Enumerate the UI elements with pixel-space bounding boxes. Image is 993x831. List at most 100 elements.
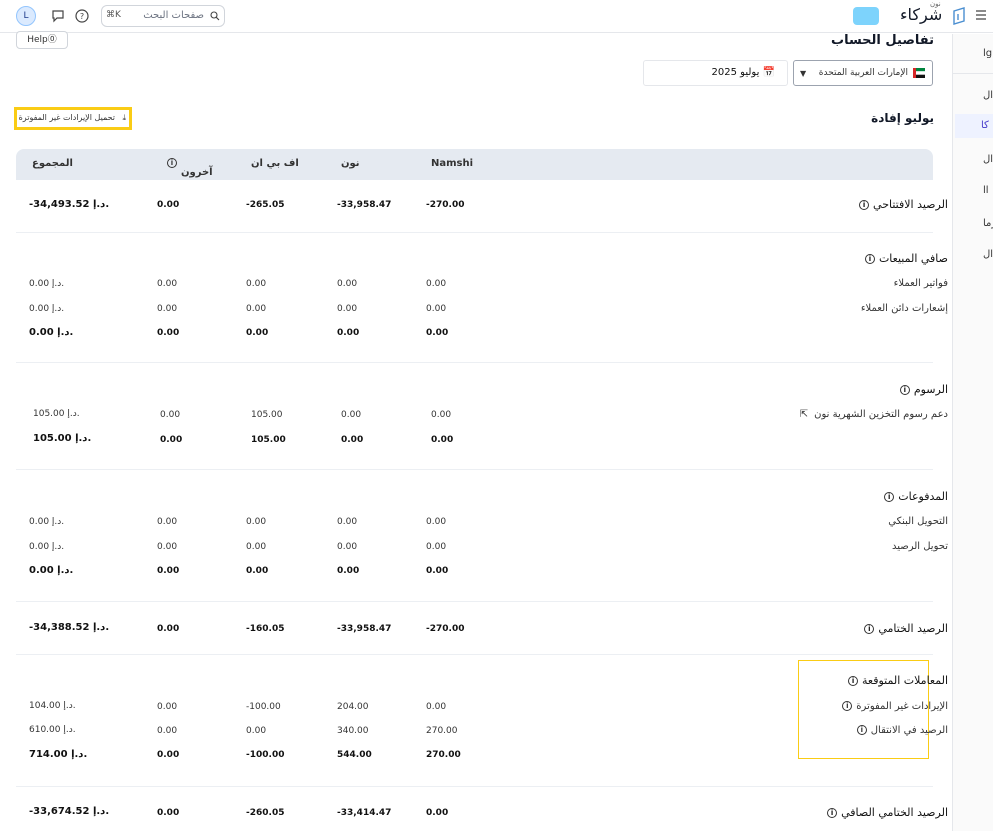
country-select[interactable]: الإمارات العربية المتحدة ▼: [793, 60, 933, 86]
opening-total: -34,493.52 د.إ.: [29, 199, 110, 210]
table-cell: 0.00: [160, 410, 181, 420]
table-cell: 270.00: [426, 726, 458, 736]
info-icon[interactable]: i: [842, 701, 853, 711]
sidebar-item-3[interactable]: ال: [983, 154, 993, 165]
sidebar-item-5[interactable]: رما: [983, 218, 993, 229]
help-circle-icon[interactable]: ?: [74, 8, 90, 24]
table-cell: 0.00: [157, 542, 178, 552]
table-cell: 0.00 د.إ.: [29, 517, 65, 527]
download-unbilled-revenue-button[interactable]: تحميل الإيرادات غير المفوترة ⤓: [14, 107, 132, 130]
help-label: Help: [27, 35, 48, 45]
expected-transactions-heading: المعاملات المتوقعةi: [844, 674, 948, 687]
info-icon[interactable]: i: [167, 158, 177, 168]
balance-in-transit-label: الرصيد في الانتقالi: [853, 725, 948, 736]
payments-sum-others: 0.00: [157, 566, 180, 576]
table-cell: 610.00 د.إ.: [29, 725, 76, 735]
payments-sum-noon: 0.00: [337, 566, 360, 576]
net-sales-sum-total: 0.00 د.إ.: [29, 327, 74, 338]
search-icon: [210, 11, 220, 21]
table-cell: 0.00: [337, 542, 358, 552]
opening-fbn: -265.05: [246, 200, 285, 210]
sidebar-item-1[interactable]: ال: [983, 90, 993, 101]
row-divider: [16, 654, 933, 655]
row-divider: [16, 362, 933, 363]
table-cell: 105.00: [251, 410, 283, 420]
table-cell: 0.00: [157, 517, 178, 527]
expected-sum-noon: 544.00: [337, 750, 372, 760]
chevron-down-icon: ▼: [800, 69, 807, 78]
closing-total: -34,388.52 د.إ.: [29, 622, 110, 633]
svg-text:?: ?: [80, 12, 84, 21]
download-label: تحميل الإيرادات غير المفوترة: [18, 113, 115, 122]
info-icon[interactable]: i: [848, 676, 859, 686]
net-sales-heading: صافي المبيعاتi: [861, 252, 948, 265]
table-cell: 0.00: [426, 517, 447, 527]
payments-sum-fbn: 0.00: [246, 566, 269, 576]
row-divider: [16, 232, 933, 233]
table-cell: 0.00: [157, 304, 178, 314]
hamburger-menu-icon[interactable]: [975, 9, 987, 21]
customer-credit-notes-label: إشعارات دائن العملاء: [860, 303, 948, 314]
table-cell: 0.00 د.إ.: [29, 542, 65, 552]
col-total: المجموع: [32, 158, 73, 169]
logo-icon: [953, 7, 965, 25]
table-cell: 0.00: [246, 726, 267, 736]
customer-invoices-label: فواتير العملاء: [893, 278, 948, 289]
net-closing-fbn: -260.05: [246, 808, 285, 818]
bank-transfer-label: التحويل البنكي: [888, 516, 948, 527]
col-others-label: آخرون: [181, 167, 213, 178]
info-icon[interactable]: i: [864, 254, 875, 264]
statement-title: يوليو إفادة: [871, 111, 934, 125]
fees-sum-noon: 0.00: [341, 435, 364, 445]
net-sales-sum-others: 0.00: [157, 328, 180, 338]
fees-sum-total: 105.00 د.إ.: [33, 433, 92, 444]
table-cell: 0.00: [426, 304, 447, 314]
external-link-icon[interactable]: ⇱: [800, 409, 808, 420]
feedback-icon[interactable]: [50, 8, 66, 24]
sidebar-top-label: lg: [983, 48, 993, 59]
table-cell: 105.00 د.إ.: [33, 409, 80, 419]
net-closing-balance-label: الرصيد الختامي الصافيi: [823, 806, 948, 819]
table-cell: -100.00: [246, 702, 281, 712]
help-button[interactable]: Help⓪: [16, 31, 68, 49]
search-input[interactable]: ⌘K صفحات البحث: [101, 5, 225, 27]
closing-balance-label: الرصيد الختاميi: [860, 622, 948, 635]
info-icon[interactable]: i: [884, 492, 895, 502]
table-cell: 0.00: [426, 702, 447, 712]
closing-others: 0.00: [157, 624, 180, 634]
expected-sum-total: 714.00 د.إ.: [29, 749, 88, 760]
table-cell: 0.00 د.إ.: [29, 304, 65, 314]
row-opening-label: الرصيد الافتتاحيi: [855, 198, 948, 211]
uae-flag-icon: [913, 68, 925, 78]
table-cell: 0.00: [337, 304, 358, 314]
table-header: Namshi نون اف بي ان i آخرون المجموع: [16, 149, 933, 180]
table-cell: 0.00: [246, 304, 267, 314]
storage-fee-support-label[interactable]: دعم رسوم التخزين الشهرية نون⇱: [800, 409, 948, 420]
logo-sup: نون: [930, 0, 941, 8]
top-bar: L ? ⌘K صفحات البحث شركاء نون: [0, 0, 993, 33]
col-fbn: اف بي ان: [251, 158, 299, 169]
payments-sum-total: 0.00 د.إ.: [29, 565, 74, 576]
table-cell: 0.00: [337, 517, 358, 527]
sidebar-item-2[interactable]: كا: [955, 114, 993, 138]
search-shortcut: ⌘K: [106, 10, 121, 20]
opening-others: 0.00: [157, 200, 180, 210]
table-cell: 0.00: [341, 410, 362, 420]
info-icon[interactable]: i: [859, 200, 870, 210]
row-divider: [16, 786, 933, 787]
sidebar-item-4[interactable]: ll: [983, 185, 989, 196]
info-icon[interactable]: i: [827, 808, 838, 818]
user-avatar[interactable]: L: [16, 6, 36, 26]
col-others: i آخرون: [163, 158, 213, 178]
date-picker[interactable]: 📅 يوليو 2025: [643, 60, 788, 86]
table-cell: 0.00: [157, 279, 178, 289]
table-cell: 0.00: [431, 410, 452, 420]
fees-heading: الرسومi: [896, 383, 948, 396]
unbilled-revenue-label: الإيرادات غير المفوترةi: [838, 701, 948, 712]
info-icon[interactable]: i: [856, 725, 867, 735]
sidebar-item-6[interactable]: ال: [983, 249, 993, 260]
info-icon[interactable]: i: [899, 385, 910, 395]
store-chip[interactable]: [853, 7, 879, 25]
col-noon: نون: [341, 158, 360, 169]
info-icon[interactable]: i: [864, 624, 875, 634]
